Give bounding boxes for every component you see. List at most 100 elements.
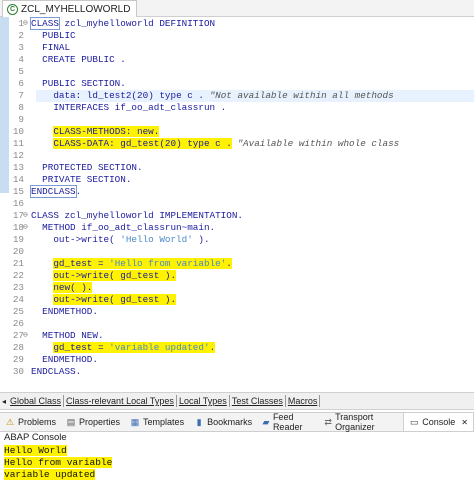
- code-line[interactable]: 22 out->write( gd_test ).: [0, 270, 474, 282]
- code-line[interactable]: 15 ENDCLASS.: [0, 185, 474, 198]
- panel-tab-label: Bookmarks: [207, 417, 253, 427]
- code-line[interactable]: 14 PRIVATE SECTION.: [0, 174, 474, 186]
- code-text: PRIVATE SECTION.: [31, 174, 131, 186]
- code-line[interactable]: 25 ENDMETHOD.: [0, 306, 474, 318]
- code-token: out->write( gd_test ).: [53, 294, 177, 305]
- panel-tab-bookmarks[interactable]: ▮ Bookmarks: [189, 413, 257, 431]
- code-token: INTERFACES if_oo_adt_classrun .: [31, 102, 227, 113]
- feed-reader-icon: ▰: [262, 417, 270, 427]
- code-text: CREATE PUBLIC .: [31, 54, 126, 66]
- code-token: CLASS zcl_myhelloworld IMPLEMENTATION.: [31, 210, 244, 221]
- code-token: .: [75, 186, 82, 197]
- code-token: out->write( gd_test ).: [53, 270, 177, 281]
- code-line[interactable]: 6 PUBLIC SECTION.: [0, 78, 474, 90]
- panel-tab-transport-organizer[interactable]: ⇄ Transport Organizer: [319, 412, 403, 432]
- code-token: METHOD NEW.: [31, 330, 104, 341]
- code-line[interactable]: 11 CLASS-DATA: gd_test(20) type c . "Ava…: [0, 138, 474, 150]
- code-token: data: ld_test2(: [31, 90, 138, 101]
- fold-toggle-icon[interactable]: ⊖: [23, 330, 28, 342]
- panel-tab-label: Problems: [18, 417, 57, 427]
- code-line[interactable]: 28 gd_test = 'variable updated'.: [0, 342, 474, 354]
- code-line[interactable]: 3 FINAL: [0, 42, 474, 54]
- code-token: zcl_myhelloworld DEFINITION: [58, 18, 216, 29]
- fold-toggle-icon[interactable]: ⊖: [23, 18, 28, 30]
- line-number: 16: [12, 198, 24, 209]
- view-tab[interactable]: Local Types: [177, 395, 230, 407]
- code-text: CLASS zcl_myhelloworld IMPLEMENTATION.: [31, 210, 243, 222]
- code-line[interactable]: 21 gd_test = 'Hello from variable'.: [0, 258, 474, 270]
- panel-tab-problems[interactable]: ⚠ Problems: [0, 413, 61, 431]
- code-text: PROTECTED SECTION.: [31, 162, 142, 174]
- bookmarks-icon: ▮: [196, 417, 202, 427]
- code-line[interactable]: 19 out->write( 'Hello World' ).: [0, 234, 474, 246]
- code-line[interactable]: 7 data: ld_test2(20) type c . "Not avail…: [0, 90, 474, 102]
- code-line[interactable]: 17 ⊖ CLASS zcl_myhelloworld IMPLEMENTATION…: [0, 210, 474, 222]
- code-line[interactable]: 16: [0, 198, 474, 210]
- scroll-left-icon[interactable]: ◂: [0, 397, 8, 406]
- code-line[interactable]: 1 ⊖ CLASS zcl_myhelloworld DEFINITION: [0, 17, 474, 30]
- fold-toggle-icon[interactable]: ⊖: [23, 222, 28, 234]
- class-view-tabs: ◂ Global Class Class-relevant Local Types L…: [0, 392, 474, 410]
- fold-toggle-icon[interactable]: ⊖: [23, 210, 28, 222]
- line-number: 3: [18, 42, 24, 53]
- view-tab[interactable]: Global Class: [8, 395, 65, 407]
- console-line: Hello from variable: [4, 457, 113, 468]
- code-text: PUBLIC: [31, 30, 76, 42]
- line-number: 13: [12, 162, 24, 173]
- code-token: FINAL: [31, 42, 71, 53]
- panel-tab-templates[interactable]: ▦ Templates: [125, 413, 189, 431]
- panel-tab-feed-reader[interactable]: ▰ Feed Reader: [257, 412, 319, 432]
- code-text: ENDCLASS.: [31, 366, 81, 378]
- panel-tab-properties[interactable]: ▤ Properties: [61, 413, 125, 431]
- code-line[interactable]: 2 PUBLIC: [0, 30, 474, 42]
- code-line[interactable]: 30 ENDCLASS.: [0, 366, 474, 378]
- code-line[interactable]: 26: [0, 318, 474, 330]
- line-number: 29: [12, 354, 24, 365]
- line-number: 2: [18, 30, 24, 41]
- editor-tab[interactable]: C ZCL_MYHELLOWORLD: [2, 0, 138, 17]
- code-line[interactable]: 5: [0, 66, 474, 78]
- code-line[interactable]: 20: [0, 246, 474, 258]
- code-line[interactable]: 29 ENDMETHOD.: [0, 354, 474, 366]
- code-line[interactable]: 13 PROTECTED SECTION.: [0, 162, 474, 174]
- code-token: CREATE PUBLIC .: [31, 54, 126, 65]
- code-line[interactable]: 24 out->write( gd_test ).: [0, 294, 474, 306]
- code-token: CLASS: [30, 17, 60, 30]
- code-text: gd_test = 'Hello from variable'.: [31, 258, 232, 270]
- code-text: new( ).: [31, 282, 93, 294]
- code-line[interactable]: 4 CREATE PUBLIC .: [0, 54, 474, 66]
- code-line[interactable]: 27 ⊖ METHOD NEW.: [0, 330, 474, 342]
- code-token: PRIVATE SECTION.: [31, 174, 132, 185]
- view-tab[interactable]: Test Classes: [230, 395, 286, 407]
- code-line[interactable]: 10 CLASS-METHODS: new.: [0, 126, 474, 138]
- code-token: ) type c .: [148, 90, 210, 101]
- view-tab[interactable]: Class-relevant Local Types: [64, 395, 177, 407]
- code-line[interactable]: 8 INTERFACES if_oo_adt_classrun .: [0, 102, 474, 114]
- code-line[interactable]: 9: [0, 114, 474, 126]
- code-token: "Available within whole class: [237, 138, 400, 149]
- line-number: 23: [12, 282, 24, 293]
- line-number: 22: [12, 270, 24, 281]
- code-token: PUBLIC: [31, 30, 76, 41]
- code-text: out->write( 'Hello World' ).: [31, 234, 209, 246]
- code-line[interactable]: 18 ⊖ METHOD if_oo_adt_classrun~main.: [0, 222, 474, 234]
- code-token: ENDCLASS: [30, 185, 77, 198]
- view-tab[interactable]: Macros: [286, 395, 321, 407]
- code-text: out->write( gd_test ).: [31, 294, 177, 306]
- panel-tab-label: Feed Reader: [272, 412, 303, 432]
- templates-icon: ▦: [130, 417, 140, 427]
- code-token: new( ).: [53, 282, 93, 293]
- code-editor[interactable]: 1 ⊖ CLASS zcl_myhelloworld DEFINITION 2 PUB…: [0, 17, 474, 389]
- code-token: gd_test =: [53, 342, 110, 353]
- console-line: variable updated: [4, 469, 96, 480]
- code-token: .: [209, 342, 216, 353]
- console-row: Hello from variable: [4, 457, 113, 469]
- console-row: Hello World: [4, 445, 67, 457]
- line-number: 14: [12, 174, 24, 185]
- panel-tab-console[interactable]: ▭ Console ✕: [403, 413, 474, 431]
- code-line[interactable]: 12: [0, 150, 474, 162]
- close-icon[interactable]: ✕: [461, 418, 468, 427]
- console-line: Hello World: [4, 445, 67, 456]
- code-line[interactable]: 23 new( ).: [0, 282, 474, 294]
